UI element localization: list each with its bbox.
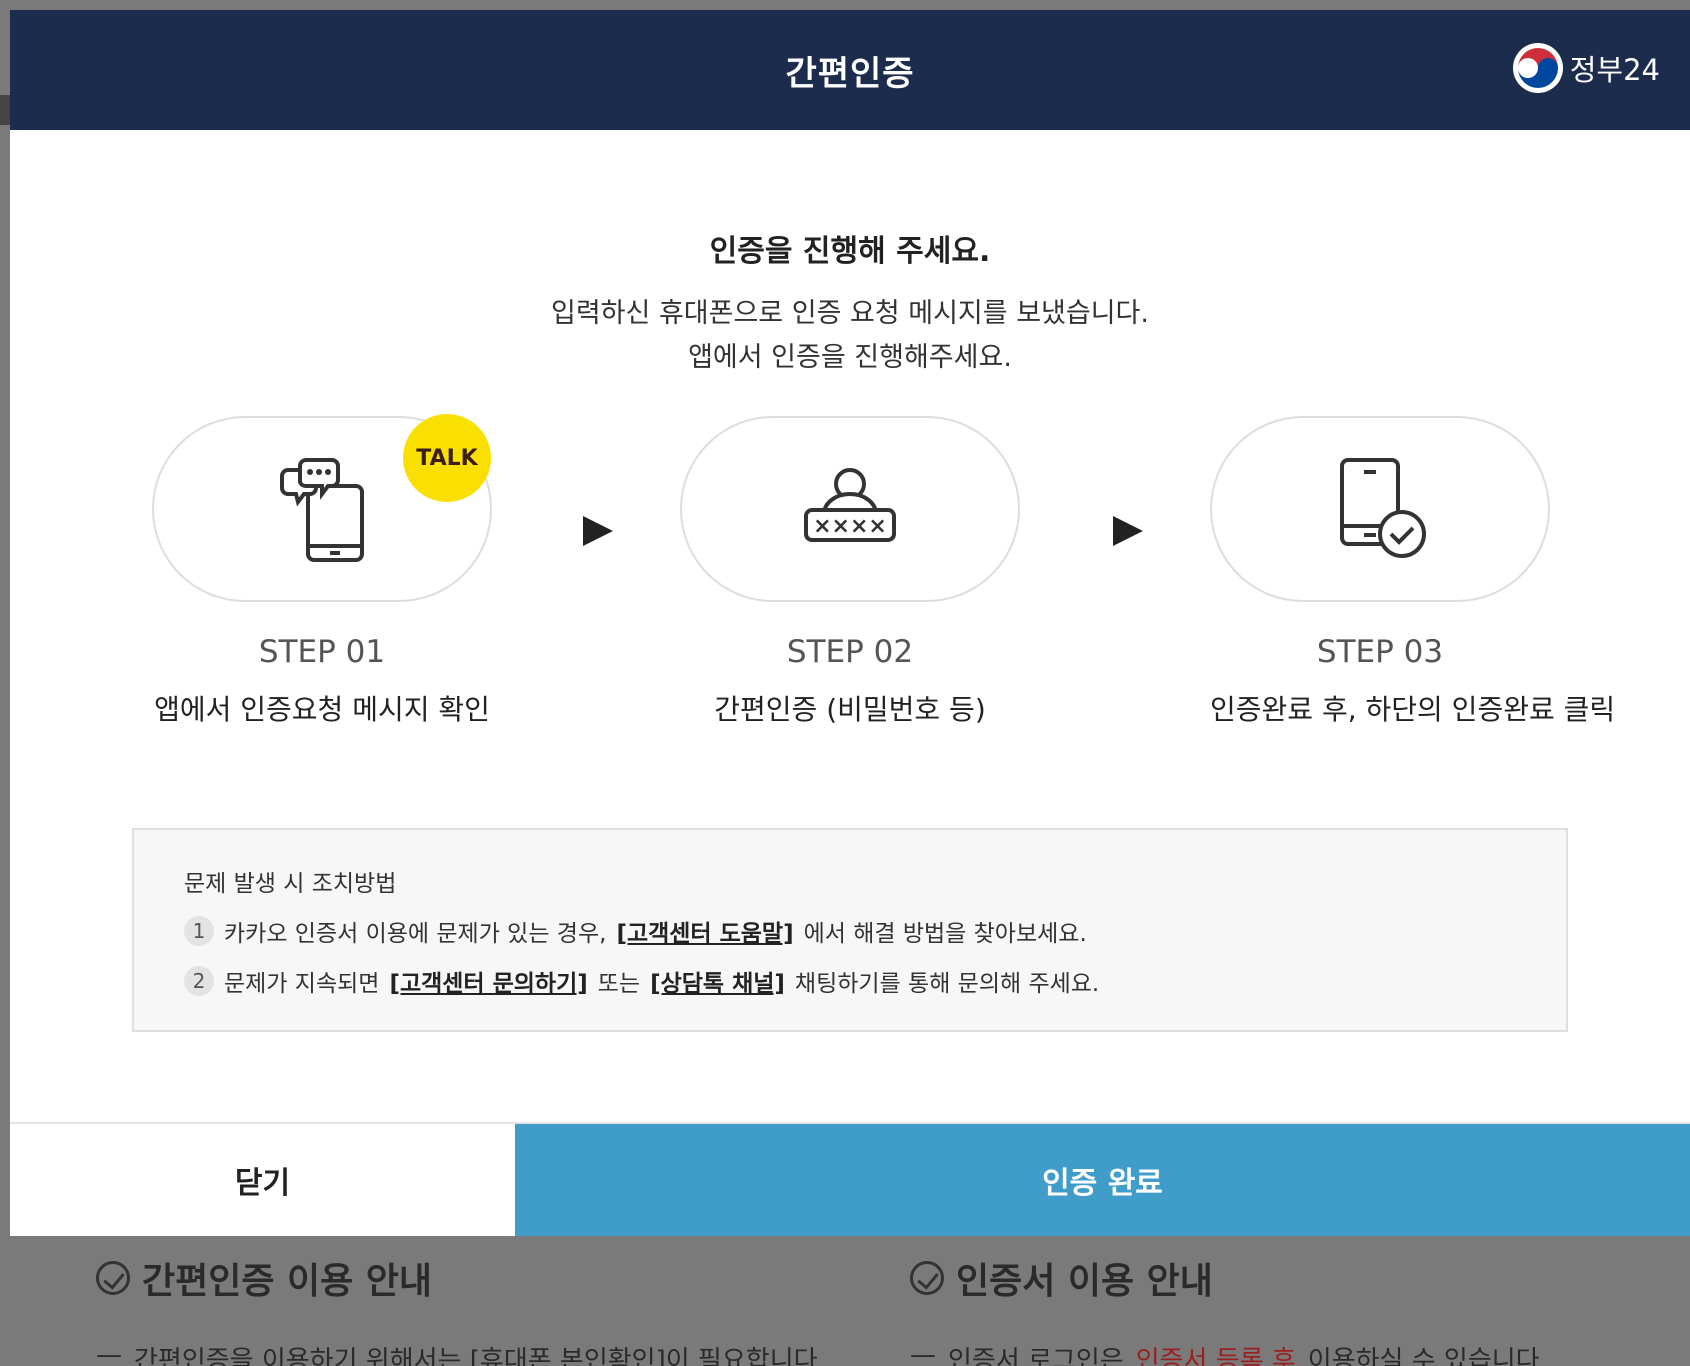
item-text: 또는 [597, 971, 641, 997]
gov24-logo[interactable]: 정부24 [1512, 42, 1660, 94]
user-password-icon: ×××× [804, 468, 896, 542]
contact-support-link[interactable]: [고객센터 문의하기] [389, 964, 587, 998]
guide-highlight: 인증서 등록 후 [1135, 1346, 1296, 1366]
modal-footer: 닫기 인증 완료 [10, 1122, 1690, 1236]
close-button[interactable]: 닫기 [10, 1124, 515, 1236]
talk-label: TALK [416, 445, 478, 471]
auth-heading: 인증을 진행해 주세요. [709, 234, 991, 269]
auth-desc-line1: 입력하신 휴대폰으로 인증 요청 메시지를 보냈습니다. [551, 298, 1149, 329]
troubleshooting-item: 1 카카오 인증서 이용에 문제가 있는 경우, [고객센터 도움말] 에서 해… [184, 914, 1516, 948]
item-text: 채팅하기를 통해 문의해 주세요. [794, 971, 1100, 997]
check-circle-icon [910, 1261, 944, 1295]
auth-complete-button[interactable]: 인증 완료 [515, 1124, 1690, 1236]
troubleshooting-item: 2 문제가 지속되면 [고객센터 문의하기] 또는 [상담톡 채널] 채팅하기를… [184, 964, 1516, 998]
step-arrow-icon [583, 516, 613, 546]
troubleshooting-title: 문제 발생 시 조치방법 [184, 871, 397, 897]
step-description: 간편인증 (비밀번호 등) [714, 693, 986, 726]
guide-text: 이용하실 수 있습니다 [1307, 1346, 1540, 1366]
help-center-link[interactable]: [고객센터 도움말] [616, 914, 793, 948]
modal-header: 간편인증 정부24 [10, 10, 1690, 130]
step-number: STEP 02 [786, 634, 914, 670]
step-description: 앱에서 인증요청 메시지 확인 [154, 693, 490, 726]
taegeuk-logo-icon [1512, 43, 1563, 93]
check-circle-icon [96, 1261, 130, 1295]
step-pill: ×××× [680, 416, 1020, 602]
kakaotalk-badge: TALK [403, 414, 491, 502]
item-text: 문제가 지속되면 [224, 971, 380, 997]
simple-auth-guide-heading: 간편인증 이용 안내 [96, 1252, 432, 1304]
certificate-guide-heading: 인증서 이용 안내 [910, 1252, 1213, 1304]
step-pill: TALK [152, 414, 492, 602]
guide-text: 인증서 로그인은 [948, 1346, 1124, 1366]
background-edge [0, 95, 10, 125]
step-number: STEP 01 [258, 634, 386, 670]
troubleshooting-box: 문제 발생 시 조치방법 1 카카오 인증서 이용에 문제가 있는 경우, [고… [132, 828, 1568, 1032]
step-pill [1210, 416, 1550, 602]
item-text: 에서 해결 방법을 찾아보세요. [803, 921, 1087, 947]
item-number: 1 [184, 916, 214, 946]
step-1: TALK STEP 01 앱에서 인증요청 메시지 확인 [152, 414, 492, 728]
section-title: 간편인증 이용 안내 [142, 1261, 433, 1302]
simple-auth-modal: 간편인증 정부24 인증을 진행해 주세요. 입력하신 휴대폰으로 인증 요청 … [10, 10, 1690, 1236]
step-3: STEP 03 인증완료 후, 하단의 인증완료 클릭 [1210, 416, 1616, 728]
modal-title: 간편인증 [785, 53, 915, 94]
steps: TALK STEP 01 앱에서 인증요청 메시지 확인 ×××× STEP 0… [10, 414, 1690, 736]
item-number: 2 [184, 966, 214, 996]
item-text: 카카오 인증서 이용에 문제가 있는 경우, [224, 921, 607, 947]
chat-channel-link[interactable]: [상담톡 채널] [650, 964, 785, 998]
intro: 인증을 진행해 주세요. 입력하신 휴대폰으로 인증 요청 메시지를 보냈습니다… [10, 226, 1690, 380]
gov24-logo-text: 정부24 [1569, 53, 1660, 87]
section-title: 인증서 이용 안내 [956, 1261, 1213, 1302]
guide-text: 간편인증을 이용하기 위해서는 [휴대폰 본인확인]이 필요합니다 [134, 1346, 818, 1366]
dash: — [96, 1340, 122, 1366]
guide-line: — 인증서 로그인은 인증서 등록 후 이용하실 수 있습니다 [910, 1340, 1540, 1366]
chat-phone-icon [280, 458, 364, 562]
step-arrow-icon [1113, 516, 1143, 546]
step-2: ×××× STEP 02 간편인증 (비밀번호 등) [680, 416, 1020, 728]
auth-desc-line2: 앱에서 인증을 진행해주세요. [688, 342, 1012, 373]
guide-line: — 간편인증을 이용하기 위해서는 [휴대폰 본인확인]이 필요합니다 [96, 1340, 818, 1366]
step-number: STEP 03 [1316, 634, 1444, 670]
step-description: 인증완료 후, 하단의 인증완료 클릭 [1210, 693, 1616, 726]
dash: — [910, 1340, 936, 1366]
phone-check-icon [1340, 458, 1426, 558]
password-mask: ×××× [813, 514, 887, 539]
